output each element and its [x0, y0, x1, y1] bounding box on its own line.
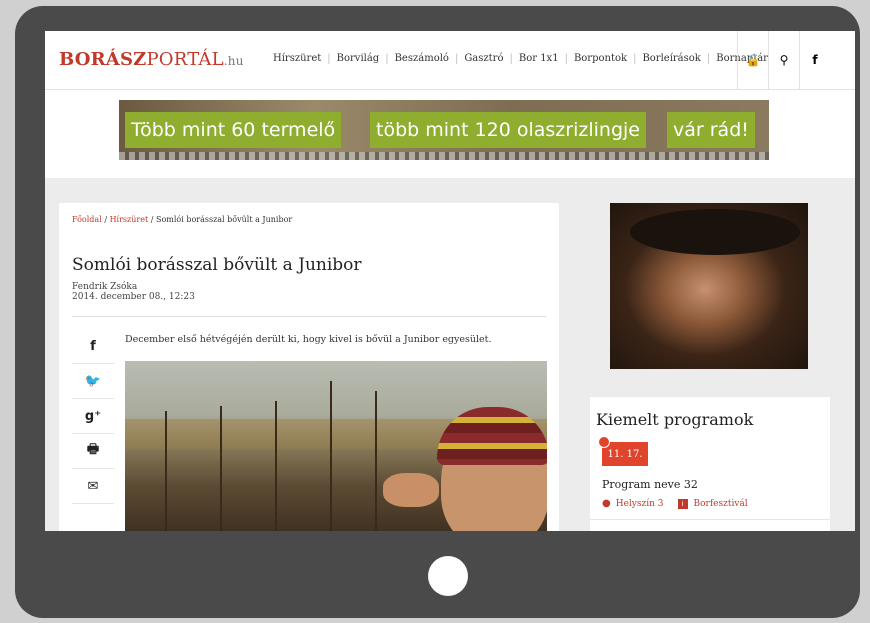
program-name[interactable]: Program neve 32 [602, 478, 698, 491]
print-icon[interactable]: 🖶 [72, 434, 114, 469]
program-date-badge: 11. 17. [598, 436, 648, 466]
banner-text-3: vár rád! [667, 112, 755, 148]
article-card: Főoldal / Hírszüret / Somlói borásszal b… [59, 203, 559, 531]
breadcrumb-section[interactable]: Hírszüret [110, 215, 149, 224]
breadcrumb: Főoldal / Hírszüret / Somlói borásszal b… [72, 215, 293, 224]
nav-item[interactable]: Bor 1x1 [513, 53, 565, 64]
facebook-share-icon[interactable]: f [72, 329, 114, 364]
nav-item[interactable]: Borvilág [331, 53, 386, 64]
article-photo [125, 361, 547, 531]
beret [630, 209, 800, 255]
lock-icon[interactable]: 🔒 [737, 31, 768, 89]
hand [383, 473, 439, 507]
facebook-icon[interactable]: f [799, 31, 830, 89]
ad-banner[interactable]: Több mint 60 termelő több mint 120 olasz… [119, 100, 769, 160]
programs-heading: Kiemelt programok [596, 410, 754, 429]
article-author[interactable]: Fendrik Zsóka [72, 282, 137, 292]
banner-text-1: Több mint 60 termelő [125, 112, 342, 148]
banner-text-2: több mint 120 olaszrizlingje [370, 112, 646, 148]
googleplus-share-icon[interactable]: g⁺ [72, 399, 114, 434]
article-date: 2014. december 08., 12:23 [72, 292, 195, 302]
home-button[interactable] [428, 556, 468, 596]
banner-stripe [119, 152, 769, 160]
email-icon[interactable]: ✉ [72, 469, 114, 504]
banner-area: Több mint 60 termelő több mint 120 olasz… [45, 90, 855, 178]
program-category[interactable]: Borfesztivál [694, 499, 748, 509]
search-icon[interactable]: ⚲ [768, 31, 799, 89]
location-pin-icon: ● [602, 498, 611, 509]
clock-icon [598, 436, 610, 448]
program-meta: ● Helyszín 3 i Borfesztivál [602, 498, 748, 509]
nav-item[interactable]: Gasztró [458, 53, 509, 64]
vine-stake [375, 391, 377, 531]
breadcrumb-current: Somlói borásszal bővült a Junibor [155, 215, 293, 224]
breadcrumb-home[interactable]: Főoldal [72, 215, 102, 224]
nav-item[interactable]: Beszámoló [389, 53, 455, 64]
portrait-image[interactable] [610, 203, 808, 369]
site-header: BORÁSZPORTÁL.hu Hírszüret | Borvilág | Beszá… [45, 31, 855, 90]
divider [590, 519, 830, 520]
vine-stake [275, 401, 277, 531]
article-lead: December első hétvégéjén derült ki, hogy… [125, 334, 492, 345]
featured-programs: Kiemelt programok 11. 17. Program neve 3… [590, 397, 830, 531]
vine-stake [220, 406, 222, 531]
nav-item[interactable]: Borleírások [636, 53, 706, 64]
main-nav: Hírszüret | Borvilág | Beszámoló | Gasztró | Bor… [267, 53, 774, 64]
nav-item[interactable]: Hírszüret [267, 53, 327, 64]
header-icons: 🔒 ⚲ f [737, 31, 830, 89]
share-bar: f 🐦 g⁺ 🖶 ✉ [72, 329, 114, 504]
striped-hat [437, 407, 547, 465]
site-logo[interactable]: BORÁSZPORTÁL.hu [59, 49, 244, 70]
vine-stake [165, 411, 167, 531]
browser-screen: BORÁSZPORTÁL.hu Hírszüret | Borvilág | Beszá… [45, 31, 855, 531]
divider [72, 316, 546, 317]
nav-item[interactable]: Borpontok [568, 53, 633, 64]
info-icon: i [677, 498, 688, 509]
program-location[interactable]: Helyszín 3 [616, 499, 664, 509]
vine-stake [330, 381, 332, 531]
twitter-share-icon[interactable]: 🐦 [72, 364, 114, 399]
article-title: Somlói borásszal bővült a Junibor [72, 255, 362, 275]
